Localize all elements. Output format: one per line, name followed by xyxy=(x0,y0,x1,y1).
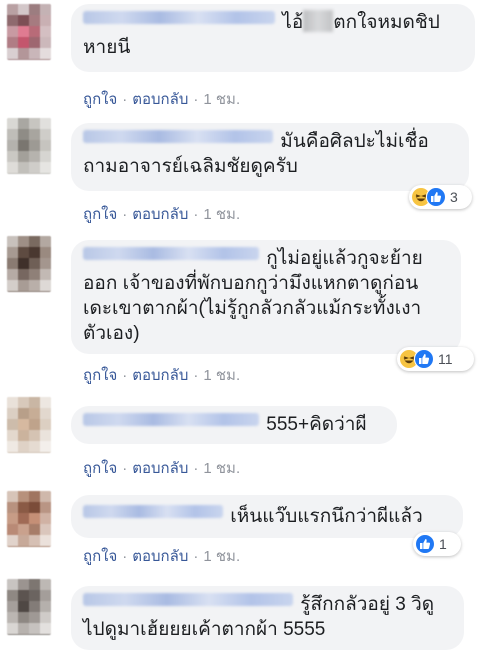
reaction-summary[interactable]: 3 xyxy=(409,185,472,209)
comment-text-line2: หายนี xyxy=(83,37,131,58)
reply-link[interactable]: ตอบกลับ xyxy=(132,367,188,384)
timestamp[interactable]: 1 ชม. xyxy=(203,548,240,565)
comment-actions: ถูกใจ · ตอบกลับ · 1 ชม. xyxy=(83,460,241,477)
timestamp[interactable]: 1 ชม. xyxy=(203,367,240,384)
comment-bubble: กูไม่อยู่แล้วกูจะย้าย ออก เจ้าของที่พักบ… xyxy=(71,240,461,354)
avatar[interactable] xyxy=(7,236,51,292)
comment-actions: ถูกใจ · ตอบกลับ · 1 ชม. xyxy=(83,548,241,565)
author-name-blurred[interactable] xyxy=(83,130,273,143)
comment-text: กูไม่อยู่แล้วกูจะย้าย xyxy=(83,246,449,271)
avatar[interactable] xyxy=(7,579,51,635)
comment-actions: ถูกใจ · ตอบกลับ · 1 ชม. xyxy=(83,206,241,223)
author-name-blurred[interactable] xyxy=(83,11,275,24)
reply-link[interactable]: ตอบกลับ xyxy=(132,91,188,108)
comment-text: มันคือศิลปะไม่เชื่อ xyxy=(83,129,457,154)
reply-link[interactable]: ตอบกลับ xyxy=(132,206,188,223)
reply-link[interactable]: ตอบกลับ xyxy=(132,548,188,565)
comment-text: ไอ้ ตกใจหมดชิป xyxy=(83,10,463,35)
comment-text: 555+คิดว่าผี xyxy=(83,412,385,437)
like-reaction-icon xyxy=(426,187,446,207)
comment-bubble: ไอ้ ตกใจหมดชิป หายนี xyxy=(71,4,475,72)
comment-text-line2: ออก เจ้าของที่พักบอกกูว่ามึงแหกตาดูก่อน xyxy=(83,273,419,294)
comment-actions: ถูกใจ · ตอบกลับ · 1 ชม. xyxy=(83,91,241,108)
avatar[interactable] xyxy=(7,118,51,174)
reaction-count: 1 xyxy=(439,536,447,552)
author-name-blurred[interactable] xyxy=(83,505,223,518)
timestamp[interactable]: 1 ชม. xyxy=(203,206,240,223)
avatar[interactable] xyxy=(7,397,51,453)
reaction-count: 3 xyxy=(450,189,458,205)
avatar[interactable] xyxy=(7,491,51,547)
timestamp[interactable]: 1 ชม. xyxy=(203,460,240,477)
author-name-blurred[interactable] xyxy=(83,593,293,606)
author-name-blurred[interactable] xyxy=(83,413,259,426)
comment-bubble: รู้สึกกลัวอยู่ 3 วิดู ไปดูมาเฮ้ยยยเค้าตา… xyxy=(71,586,464,650)
timestamp[interactable]: 1 ชม. xyxy=(203,91,240,108)
avatar[interactable] xyxy=(7,4,51,60)
author-name-blurred[interactable] xyxy=(83,247,259,260)
like-link[interactable]: ถูกใจ xyxy=(83,460,117,477)
comment-text: รู้สึกกลัวอยู่ 3 วิดู xyxy=(83,592,452,617)
like-link[interactable]: ถูกใจ xyxy=(83,548,117,565)
like-link[interactable]: ถูกใจ xyxy=(83,367,117,384)
like-link[interactable]: ถูกใจ xyxy=(83,91,117,108)
reply-link[interactable]: ตอบกลับ xyxy=(132,460,188,477)
like-reaction-icon xyxy=(415,534,435,554)
comment-text-line4: ตัวเอง) xyxy=(83,323,140,344)
like-reaction-icon xyxy=(414,349,434,369)
comment-text-line3: เดะเขาตากผ้า(ไม่รู้กูกลัวกลัวแม้กระทั้งเ… xyxy=(83,298,422,319)
like-link[interactable]: ถูกใจ xyxy=(83,206,117,223)
comment-actions: ถูกใจ · ตอบกลับ · 1 ชม. xyxy=(83,367,241,384)
comment-text-line2: ไปดูมาเฮ้ยยยเค้าตากผ้า 5555 xyxy=(83,619,326,640)
reaction-count: 11 xyxy=(438,351,453,367)
redacted-word xyxy=(303,10,334,32)
comment-bubble: มันคือศิลปะไม่เชื่อ ถามอาจารย์เฉลิมชัยดู… xyxy=(71,123,469,191)
comment-bubble: 555+คิดว่าผี xyxy=(71,406,397,444)
comment-bubble: เห็นแว๊บแรกนึกว่าผีแล้ว xyxy=(71,495,463,538)
comment-text: เห็นแว๊บแรกนึกว่าผีแล้ว xyxy=(83,501,451,529)
reaction-summary[interactable]: 11 xyxy=(397,347,474,371)
reaction-summary[interactable]: 1 xyxy=(413,532,461,556)
comment-text-line2: ถามอาจารย์เฉลิมชัยดูครับ xyxy=(83,156,298,177)
